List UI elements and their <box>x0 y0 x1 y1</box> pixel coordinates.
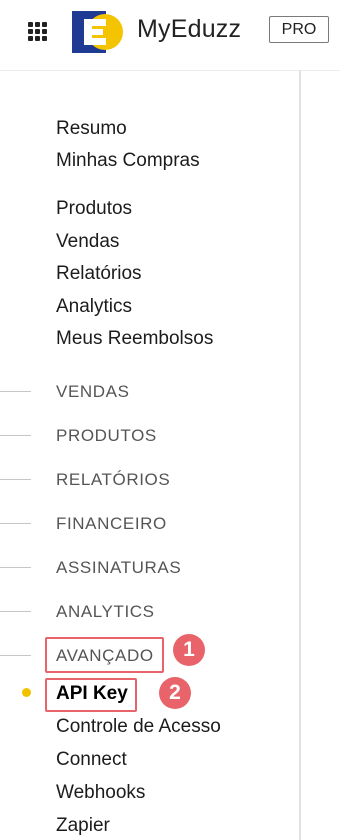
section-tick <box>0 391 31 392</box>
section-assinaturas[interactable]: ASSINATURAS <box>56 558 181 578</box>
menu-item-connect[interactable]: Connect <box>56 749 127 771</box>
brand-name: MyEduzz <box>137 15 242 43</box>
section-tick <box>0 435 31 436</box>
section-relatorios[interactable]: RELATÓRIOS <box>56 470 170 490</box>
section-vendas[interactable]: VENDAS <box>56 382 130 402</box>
menu-item-controle-de-acesso[interactable]: Controle de Acesso <box>56 716 221 738</box>
menu-item-resumo[interactable]: Resumo <box>56 118 127 140</box>
section-tick <box>0 523 31 524</box>
sidebar-divider <box>299 70 301 840</box>
menu-item-relatorios[interactable]: Relatórios <box>56 263 142 285</box>
section-tick <box>0 655 31 656</box>
section-tick <box>0 479 31 480</box>
menu-item-webhooks[interactable]: Webhooks <box>56 782 145 804</box>
menu-item-analytics[interactable]: Analytics <box>56 296 132 318</box>
menu-item-zapier[interactable]: Zapier <box>56 815 110 837</box>
menu-item-produtos[interactable]: Produtos <box>56 198 132 220</box>
step-badge-2: 2 <box>159 677 191 709</box>
pro-badge[interactable]: PRO <box>269 16 329 43</box>
section-tick <box>0 611 31 612</box>
active-indicator-dot <box>22 688 31 697</box>
step-badge-1: 1 <box>173 634 205 666</box>
highlight-box-avancado <box>45 637 164 673</box>
apps-grid-icon[interactable] <box>28 22 48 42</box>
section-produtos[interactable]: PRODUTOS <box>56 426 157 446</box>
menu-item-meus-reembolsos[interactable]: Meus Reembolsos <box>56 328 213 350</box>
myeduzz-logo[interactable] <box>70 9 124 55</box>
menu-item-minhas-compras[interactable]: Minhas Compras <box>56 150 200 172</box>
highlight-box-api-key <box>45 678 137 712</box>
section-analytics[interactable]: ANALYTICS <box>56 602 155 622</box>
section-financeiro[interactable]: FINANCEIRO <box>56 514 167 534</box>
menu-item-vendas[interactable]: Vendas <box>56 231 119 253</box>
section-tick <box>0 567 31 568</box>
top-bar: MyEduzz PRO <box>0 0 340 71</box>
